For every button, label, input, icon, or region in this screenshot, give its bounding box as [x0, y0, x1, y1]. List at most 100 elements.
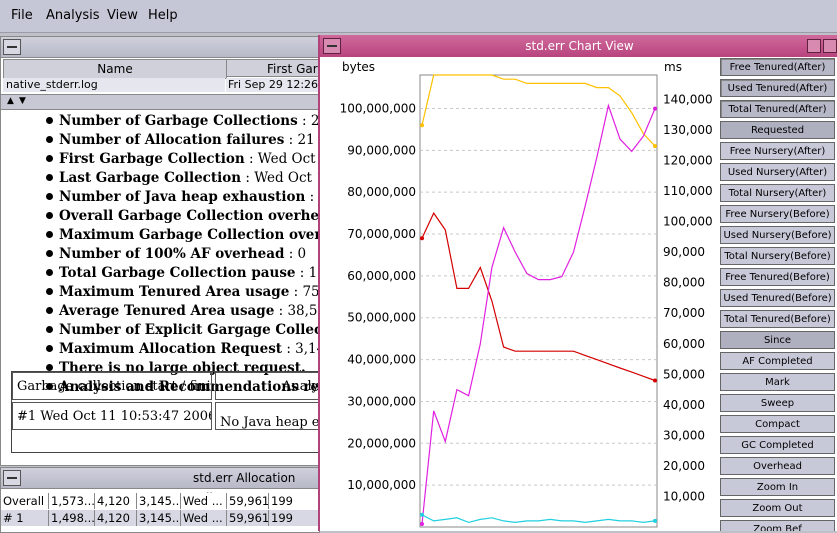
report-line: Number of Garbage Collections : 21 — [46, 113, 319, 129]
legend-button[interactable]: Used Nursery(Before) — [720, 226, 835, 244]
report-value: : 21 — [284, 132, 315, 148]
menu-analysis[interactable]: Analysis — [46, 8, 100, 23]
maximize-icon[interactable] — [807, 39, 821, 53]
legend-button[interactable]: Total Tenured(After) — [720, 100, 835, 118]
report-label: Maximum Allocation Request — [59, 341, 283, 357]
series-point — [420, 236, 424, 241]
column-header-name[interactable]: Name — [3, 59, 227, 79]
legend-button[interactable]: Free Nursery(Before) — [720, 205, 835, 223]
menu-view[interactable]: View — [107, 8, 138, 23]
legend-button[interactable]: Total Nursery(Before) — [720, 247, 835, 265]
series-point — [653, 106, 657, 111]
bullet-icon — [46, 193, 53, 200]
report-value: : 75,813,04 — [293, 284, 320, 300]
legend-button[interactable]: Sweep — [720, 394, 835, 412]
legend-button[interactable]: Total Tenured(Before) — [720, 310, 835, 328]
file-name-cell[interactable]: native_stderr.log — [3, 78, 225, 92]
report-line: Total Garbage Collection pause : 1 secon… — [46, 265, 319, 281]
y-left-tick-label: 30,000,000 — [347, 394, 416, 408]
legend-button[interactable]: Mark — [720, 373, 835, 391]
menu-help[interactable]: Help — [148, 8, 178, 23]
bullet-icon — [46, 212, 53, 219]
legend-button[interactable]: Free Tenured(After) — [720, 58, 835, 76]
legend-button[interactable]: Zoom Out — [720, 499, 835, 517]
legend-button[interactable]: AF Completed — [720, 352, 835, 370]
y-right-axis-label: ms — [664, 60, 682, 74]
minimize-icon[interactable] — [3, 470, 21, 486]
legend-button[interactable]: Zoom Bef — [720, 520, 835, 531]
close-icon[interactable] — [823, 39, 837, 53]
gc-table-header-analysis: Analy — [215, 372, 319, 400]
gc-table-row-start: #1 Wed Oct 11 10:53:47 2006 — [12, 402, 212, 430]
collapse-down-icon[interactable]: ▼ — [19, 96, 26, 106]
table-row[interactable]: # 1 1,498... 4,120 3,145... Wed ... 59,961 199 — [1, 510, 319, 526]
legend-button[interactable]: Used Tenured(Before) — [720, 289, 835, 307]
chart-view-frame: std.err Chart View 10,000,000 20,000,000 3… — [318, 35, 837, 531]
gc-table: Garbage collection start / finish Analy … — [11, 371, 319, 453]
legend-button[interactable]: Free Tenured(Before) — [720, 268, 835, 286]
legend-button[interactable]: Compact — [720, 415, 835, 433]
report-label: First Garbage Collection — [59, 151, 245, 167]
table-cell: 4,120 — [95, 493, 137, 509]
allocation-failure-titlebar[interactable]: std.err Allocation Failu — [1, 468, 319, 505]
series-point — [420, 521, 424, 526]
gc-table-header-start: Garbage collection start / finish — [12, 372, 212, 400]
report-label: Total Garbage Collection pause — [59, 265, 296, 281]
series-point — [653, 518, 657, 523]
legend-button[interactable]: Zoom In — [720, 478, 835, 496]
report-label: Number of Allocation failures — [59, 132, 285, 148]
legend-button[interactable]: GC Completed — [720, 436, 835, 454]
report-line: Number of 100% AF overhead : 0 — [46, 246, 306, 262]
minimize-icon[interactable] — [323, 38, 341, 54]
y-right-tick-label: 90,000 — [663, 245, 705, 259]
file-first-cell[interactable]: Fri Sep 29 12:26 — [226, 78, 319, 92]
table-cell: 199 — [269, 493, 319, 509]
table-row[interactable]: Overall 1,573... 4,120 3,145... Wed ... 59,96… — [1, 493, 319, 509]
chart-view-titlebar[interactable]: std.err Chart View — [320, 35, 837, 57]
report-line: Average Tenured Area usage : 38,538,473 — [46, 303, 319, 319]
y-right-tick-label: 10,000 — [663, 489, 705, 503]
gc-table-row-analysis: No Java heap exh — [215, 402, 319, 430]
chart-view-title: std.err Chart View — [525, 39, 634, 53]
series-point — [420, 123, 424, 128]
minimize-icon[interactable] — [3, 39, 21, 55]
report-label: Average Tenured Area usage — [59, 303, 275, 319]
legend-button[interactable]: Total Nursery(After) — [720, 184, 835, 202]
report-line: Number of Java heap exhaustion : 0 — [46, 189, 319, 205]
series-point — [420, 512, 424, 517]
legend-button[interactable]: Requested — [720, 121, 835, 139]
menu-file[interactable]: File — [11, 8, 33, 23]
collapse-up-icon[interactable]: ▲ — [7, 96, 14, 106]
table-cell: 199 — [269, 510, 319, 526]
y-right-tick-label: 30,000 — [663, 428, 705, 442]
y-right-tick-label: 70,000 — [663, 306, 705, 320]
legend-button[interactable]: Used Tenured(After) — [720, 79, 835, 97]
legend-button[interactable]: Overhead — [720, 457, 835, 475]
menu-bar: File Analysis View Help — [0, 0, 837, 33]
table-cell: Wed ... — [181, 493, 227, 509]
report-label: Overall Garbage Collection overhead — [59, 208, 320, 224]
bullet-icon — [46, 155, 53, 162]
bullet-icon — [46, 288, 53, 295]
table-cell: Overall — [1, 493, 49, 509]
analysis-frame-titlebar[interactable] — [1, 37, 319, 58]
series-point — [653, 378, 657, 383]
table-cell: 1,573... — [51, 493, 95, 509]
legend-button[interactable]: Free Nursery(After) — [720, 142, 835, 160]
table-cell: Wed ... — [181, 510, 227, 526]
column-header-first[interactable]: First Gar — [226, 59, 319, 77]
table-cell: # 1 — [1, 510, 49, 526]
y-left-tick-label: 10,000,000 — [347, 478, 416, 492]
report-line: Maximum Allocation Request : 3,145,752 b — [46, 341, 319, 357]
legend-button[interactable]: Used Nursery(After) — [720, 163, 835, 181]
table-cell: 4,120 — [95, 510, 137, 526]
report-line: Maximum Tenured Area usage : 75,813,04 — [46, 284, 320, 300]
legend-button[interactable]: Since — [720, 331, 835, 349]
bullet-icon — [46, 250, 53, 257]
report-line: First Garbage Collection : Wed Oct 11 10… — [46, 151, 319, 167]
report-label: Number of Java heap exhaustion — [59, 189, 306, 205]
y-right-tick-label: 110,000 — [663, 184, 713, 198]
chart-plot[interactable]: 10,000,000 20,000,000 30,000,000 40,000,000… — [320, 57, 720, 531]
y-left-tick-label: 40,000,000 — [347, 353, 416, 367]
splitter-bar[interactable]: ▲ ▼ — [1, 94, 319, 110]
